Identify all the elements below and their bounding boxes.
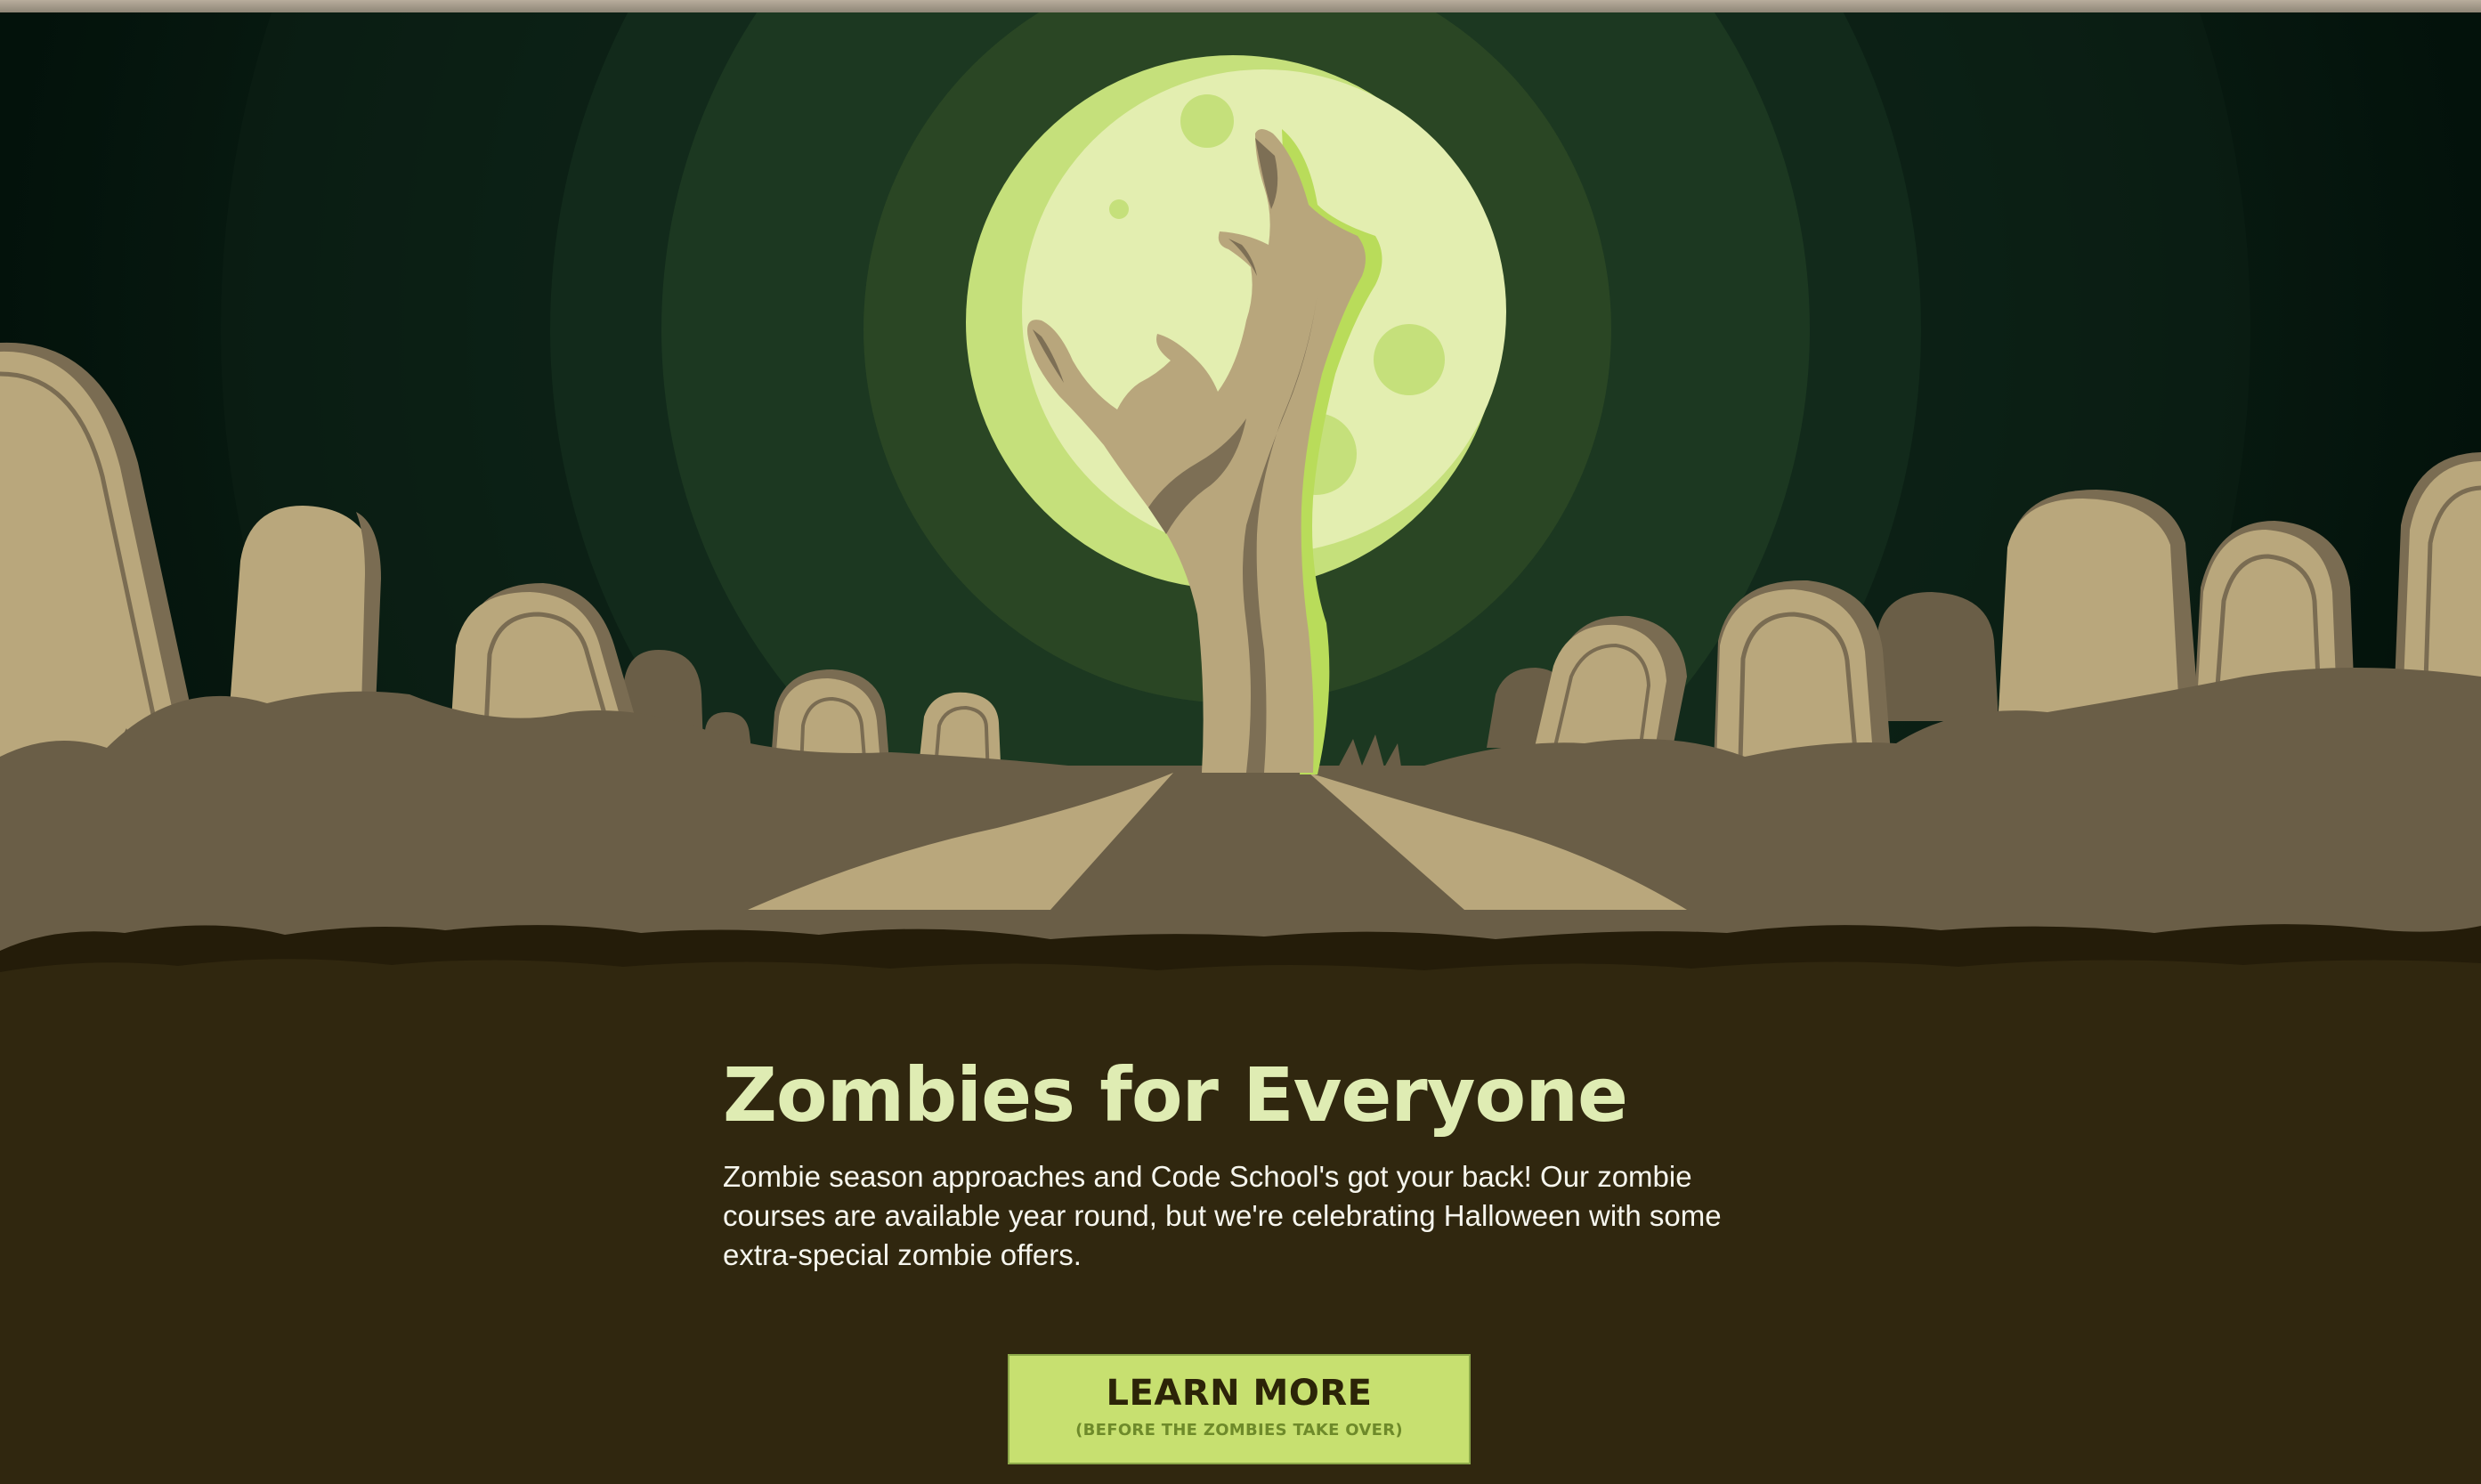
learn-more-label: LEARN MORE — [1106, 1373, 1373, 1414]
hero-content: Zombies for Everyone Zombie season appro… — [723, 1055, 1773, 1275]
hero-illustration — [0, 0, 2481, 997]
page-title: Zombies for Everyone — [723, 1051, 1628, 1139]
browser-top-strip — [0, 0, 2481, 12]
learn-more-button[interactable]: LEARN MORE (BEFORE THE ZOMBIES TAKE OVER… — [1008, 1354, 1471, 1464]
learn-more-sublabel: (BEFORE THE ZOMBIES TAKE OVER) — [1075, 1421, 1403, 1439]
page-description: Zombie season approaches and Code School… — [723, 1159, 1722, 1272]
